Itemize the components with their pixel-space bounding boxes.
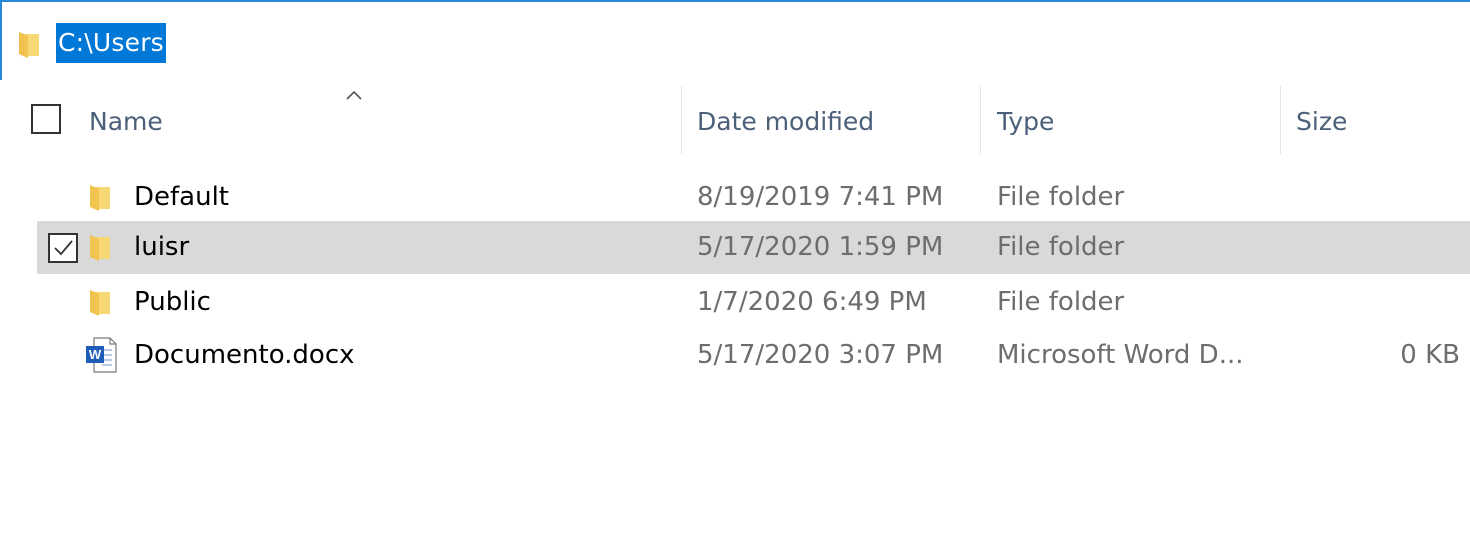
file-name[interactable]: Public — [134, 276, 211, 329]
column-divider[interactable] — [681, 86, 682, 154]
address-path-input[interactable]: C:\Users — [56, 23, 166, 63]
file-type: File folder — [997, 232, 1125, 262]
file-date-modified: 8/19/2019 7:41 PM — [697, 182, 944, 212]
file-name[interactable]: Documento.docx — [134, 329, 355, 382]
file-row-luisr[interactable]: luisr 5/17/2020 1:59 PM File folder — [37, 221, 1470, 274]
column-header-name[interactable]: Name — [89, 86, 163, 154]
file-type: File folder — [997, 287, 1125, 317]
column-header-size[interactable]: Size — [1296, 86, 1347, 154]
file-date-modified: 1/7/2020 6:49 PM — [697, 287, 927, 317]
file-date-modified: 5/17/2020 3:07 PM — [697, 340, 944, 370]
file-date-modified: 5/17/2020 1:59 PM — [697, 232, 944, 262]
column-header-type[interactable]: Type — [997, 86, 1054, 154]
address-bar[interactable]: C:\Users — [0, 0, 1470, 80]
folder-icon — [90, 290, 110, 316]
file-name[interactable]: luisr — [134, 221, 189, 274]
chevron-up-icon — [346, 90, 362, 100]
folder-icon — [90, 185, 110, 211]
column-divider[interactable] — [980, 86, 981, 154]
svg-text:W: W — [89, 347, 102, 362]
file-type: File folder — [997, 182, 1125, 212]
checkmark-icon — [54, 240, 73, 256]
folder-icon — [90, 235, 110, 261]
file-name[interactable]: Default — [134, 171, 229, 224]
file-size: 0 KB — [1400, 340, 1460, 370]
select-all-checkbox[interactable] — [31, 104, 61, 134]
column-divider[interactable] — [1280, 86, 1281, 154]
column-header-date-modified[interactable]: Date modified — [697, 86, 874, 154]
word-document-icon: W — [86, 337, 117, 373]
file-row-public[interactable]: Public 1/7/2020 6:49 PM File folder — [37, 276, 1470, 329]
row-checkbox[interactable] — [48, 233, 78, 263]
folder-icon — [19, 32, 39, 58]
column-header-row: Name Date modified Type Size — [0, 86, 1470, 154]
file-row-default[interactable]: Default 8/19/2019 7:41 PM File folder — [37, 171, 1470, 224]
file-type: Microsoft Word D... — [997, 340, 1244, 370]
file-row-documento[interactable]: W Documento.docx 5/17/2020 3:07 PM Micro… — [37, 329, 1470, 382]
